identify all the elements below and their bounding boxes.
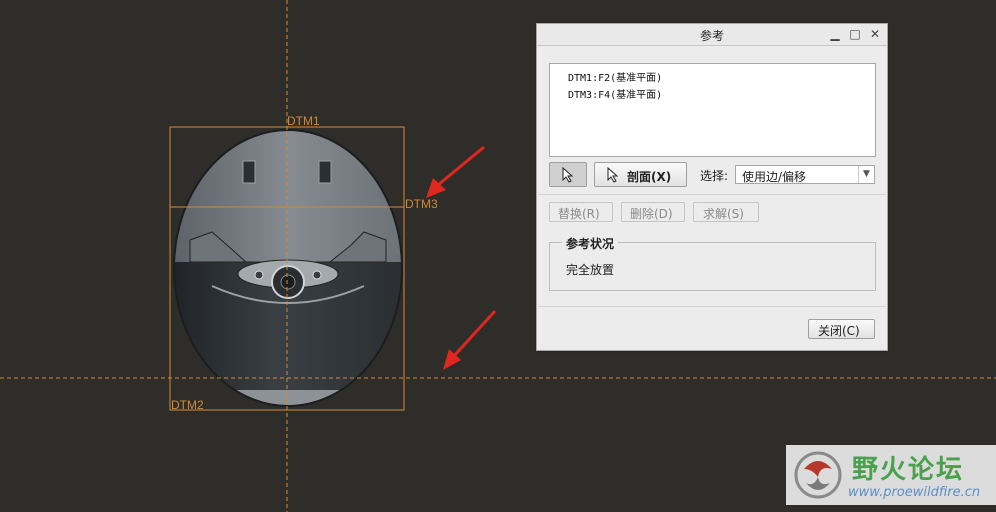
delete-button[interactable]: 删除(D) bbox=[621, 202, 685, 222]
select-dropdown[interactable]: 使用边/偏移 ▼ bbox=[735, 165, 875, 184]
datum-label-dtm3[interactable]: DTM3 bbox=[405, 197, 438, 211]
reference-item[interactable]: DTM3:F4(基准平面) bbox=[568, 86, 662, 101]
watermark-url: www.proewildfire.cn bbox=[848, 485, 981, 500]
reference-dialog: 参考 ▁ □ ✕ DTM1:F2(基准平面) DTM3:F4(基准平面) 剖面(… bbox=[536, 23, 888, 351]
replace-button-label: 替换(R) bbox=[558, 207, 600, 221]
divider bbox=[538, 306, 886, 307]
reference-list[interactable]: DTM1:F2(基准平面) DTM3:F4(基准平面) bbox=[549, 63, 876, 157]
section-button-label: 剖面(X) bbox=[627, 170, 672, 184]
maximize-icon[interactable]: □ bbox=[847, 26, 863, 42]
close-button[interactable]: 关闭(C) bbox=[808, 319, 875, 339]
replace-button[interactable]: 替换(R) bbox=[549, 202, 613, 222]
reference-status-group: 参考状况 完全放置 bbox=[549, 235, 876, 291]
select-label: 选择: bbox=[700, 169, 729, 183]
annotation-arrow-upper bbox=[426, 145, 485, 198]
slot-right bbox=[318, 160, 332, 184]
datum-label-dtm2[interactable]: DTM2 bbox=[171, 398, 204, 412]
chevron-down-icon[interactable]: ▼ bbox=[858, 166, 874, 183]
annotation-arrow-lower bbox=[443, 309, 497, 370]
divider bbox=[538, 194, 886, 195]
datum-label-dtm1[interactable]: DTM1 bbox=[287, 114, 320, 128]
watermark-brand: 野火论坛 bbox=[852, 455, 965, 485]
delete-button-label: 删除(D) bbox=[630, 207, 673, 221]
status-text: 完全放置 bbox=[566, 263, 615, 277]
close-icon[interactable]: ✕ bbox=[867, 26, 883, 42]
solve-button-label: 求解(S) bbox=[703, 207, 744, 221]
cursor-icon bbox=[562, 167, 574, 183]
select-value: 使用边/偏移 bbox=[742, 170, 807, 184]
close-button-label: 关闭(C) bbox=[818, 324, 860, 338]
cursor-icon bbox=[607, 167, 619, 183]
watermark: 野火论坛 www.proewildfire.cn bbox=[786, 445, 996, 505]
minimize-icon[interactable]: ▁ bbox=[827, 26, 843, 42]
slot-left bbox=[242, 160, 256, 184]
dialog-titlebar[interactable]: 参考 ▁ □ ✕ bbox=[537, 24, 887, 46]
status-group-title: 参考状况 bbox=[562, 235, 619, 252]
reference-item[interactable]: DTM1:F2(基准平面) bbox=[568, 69, 662, 84]
section-button[interactable]: 剖面(X) bbox=[594, 162, 687, 187]
pointer-select-button[interactable] bbox=[549, 162, 587, 187]
watermark-logo-icon bbox=[794, 451, 842, 499]
solve-button[interactable]: 求解(S) bbox=[693, 202, 759, 222]
